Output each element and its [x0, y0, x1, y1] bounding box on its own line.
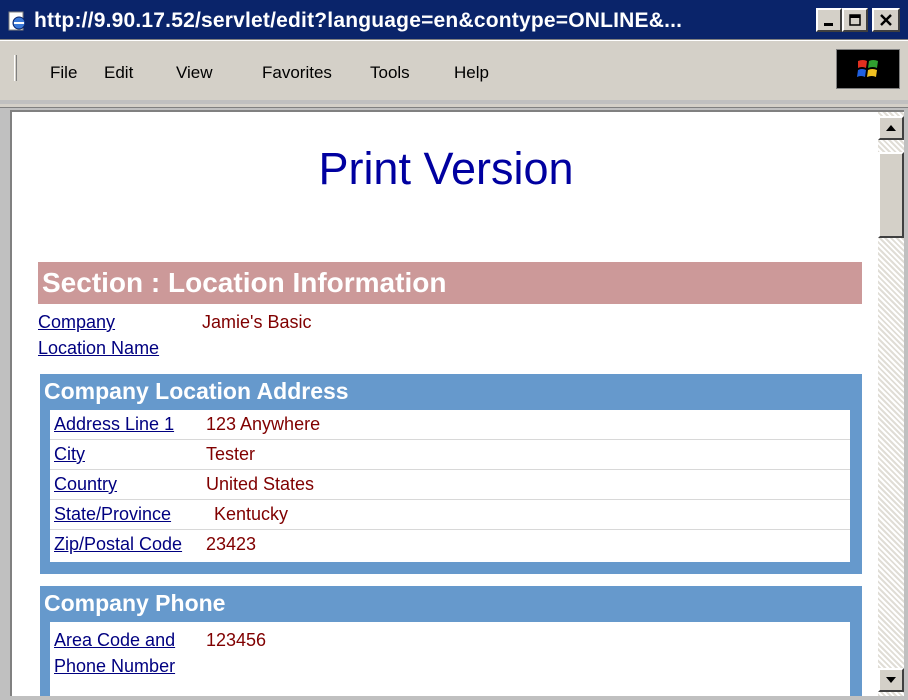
menu-file[interactable]: File	[50, 63, 77, 83]
phone-group: Company Phone Area Code and Phone Number…	[40, 586, 862, 696]
minimize-button[interactable]	[816, 8, 842, 32]
country-label[interactable]: Country	[54, 472, 117, 496]
company-location-name-value: Jamie's Basic	[202, 312, 312, 332]
country-value: United States	[206, 474, 315, 494]
browser-throbber	[836, 49, 900, 89]
document-viewport[interactable]: Print Version Section : Location Informa…	[10, 110, 878, 696]
table-row: Address Line 1 123 Anywhere	[50, 410, 850, 440]
zip-postal-code-value: 23423	[206, 534, 257, 554]
scroll-down-button[interactable]	[878, 668, 904, 692]
scroll-thumb[interactable]	[878, 152, 904, 238]
scroll-up-button[interactable]	[878, 116, 904, 140]
menu-tools[interactable]: Tools	[370, 63, 410, 83]
phone-label-line1[interactable]: Area Code and	[54, 628, 175, 652]
window-title: http://9.90.17.52/servlet/edit?language=…	[34, 9, 683, 32]
address-line1-label[interactable]: Address Line 1	[54, 412, 174, 436]
section-header: Section : Location Information	[38, 262, 862, 304]
maximize-button[interactable]	[842, 8, 868, 32]
page-title: Print Version	[318, 143, 574, 194]
arrow-down-icon	[886, 677, 896, 683]
arrow-up-icon	[886, 125, 896, 131]
ie-page-icon	[6, 10, 28, 32]
table-row: Zip/Postal Code 23423	[50, 530, 850, 560]
address-group-title: Company Location Address	[44, 378, 349, 404]
table-row: State/Province Kentucky	[50, 500, 850, 530]
state-province-value: Kentucky	[214, 504, 289, 524]
minimize-icon	[824, 23, 833, 26]
company-location-name-label-line2[interactable]: Location Name	[38, 336, 159, 360]
table-row: Country United States	[50, 470, 850, 500]
menu-separator	[0, 104, 908, 108]
company-location-name-label-line1[interactable]: Company	[38, 310, 115, 334]
phone-table: Area Code and Phone Number 123456	[50, 622, 850, 696]
address-line1-value: 123 Anywhere	[206, 414, 321, 434]
menu-help[interactable]: Help	[454, 63, 489, 83]
state-province-label[interactable]: State/Province	[54, 502, 171, 526]
menu-edit[interactable]: Edit	[104, 63, 133, 83]
phone-label-line2[interactable]: Phone Number	[54, 654, 175, 678]
phone-value: 123456	[206, 630, 267, 650]
zip-postal-code-label[interactable]: Zip/Postal Code	[54, 532, 182, 556]
vertical-scrollbar[interactable]	[878, 110, 904, 696]
menu-bar: File Edit View Favorites Tools Help	[0, 40, 908, 100]
city-label[interactable]: City	[54, 442, 85, 466]
maximize-icon	[849, 14, 861, 26]
table-row: City Tester	[50, 440, 850, 470]
address-table: Address Line 1 123 Anywhere City Tester …	[50, 410, 850, 562]
phone-group-title: Company Phone	[44, 590, 226, 616]
city-value: Tester	[206, 444, 256, 464]
title-bar[interactable]: http://9.90.17.52/servlet/edit?language=…	[0, 0, 908, 40]
menu-favorites[interactable]: Favorites	[262, 63, 332, 83]
menu-view[interactable]: View	[176, 63, 213, 83]
address-group: Company Location Address Address Line 1 …	[40, 374, 862, 574]
close-icon	[880, 14, 892, 26]
close-button[interactable]	[872, 8, 900, 32]
toolbar-grip[interactable]	[14, 55, 17, 81]
windows-logo-icon	[857, 60, 878, 77]
